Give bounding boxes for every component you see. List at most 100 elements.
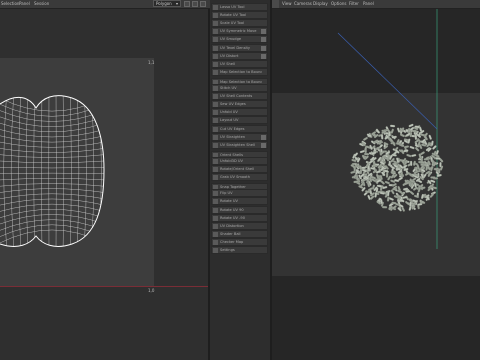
tool-icon [213,61,218,67]
uv-edit-icon[interactable] [192,1,198,7]
pill-instance [411,154,417,157]
pill-instance [359,150,365,154]
pill-instance [431,140,434,146]
menu-filter[interactable]: Filter [349,1,359,6]
tool-item-label: UV Distort [220,53,239,58]
tool-icon [213,142,218,148]
tool-item[interactable]: Flip UV [211,189,268,198]
tool-item-label: Rotate UV Tool [220,13,247,18]
viewport-menubar: View Cameras Display Options Filter Pane… [272,0,480,9]
tool-icon [213,37,218,43]
tool-item-label: Settings [220,248,235,252]
tool-item[interactable]: UV Shell [211,59,268,68]
tool-item[interactable]: UV Straighten Shell [211,140,268,149]
menu-display[interactable]: Display [313,1,328,6]
scattered-pill-mesh [350,123,444,212]
menu-options[interactable]: Options [331,1,346,6]
tool-options-icon[interactable] [261,134,266,140]
tool-item[interactable]: Lasso UV Tool [211,3,268,11]
menu-cameras[interactable]: Cameras [294,1,312,6]
tool-icon [213,158,218,164]
pill-instance [395,167,401,171]
viewport-scene [337,9,444,249]
tool-icon [213,21,218,27]
mode-dropdown-value: Polygon [156,1,172,6]
tool-item[interactable]: Settings [211,246,268,254]
pill-instance [388,160,391,166]
uv-settings-icon[interactable] [200,1,206,7]
pill-instance [363,136,368,141]
tool-item[interactable]: Shader Ball [211,229,268,238]
uv-shell-wireframe[interactable] [0,58,154,287]
pill-instance [403,145,410,149]
pill-instance [387,191,390,197]
pill-instance [395,142,402,145]
viewport-menu-icon[interactable] [272,0,279,8]
menu-session[interactable]: Session [34,1,49,6]
pill-instance [386,196,390,202]
tool-item-label: UV Shell [220,61,235,66]
tool-item[interactable]: Checker Map [211,237,268,246]
mode-dropdown[interactable]: Polygon ▾ [153,0,181,7]
tool-item-label: Sew UV Edges [220,102,246,107]
tool-options-icon[interactable] [261,37,266,43]
tool-icon [213,239,218,245]
tool-item[interactable]: Rotate UV -90 [211,213,268,222]
tool-item[interactable]: Scale UV Tool [211,19,268,28]
tool-item-label: Flip UV [220,191,233,196]
pill-instance [389,124,396,128]
pill-instance [390,128,394,134]
tool-item-label: Rotate UV 90 [220,207,244,212]
pill-instance [384,180,390,185]
pill-instance [408,123,414,128]
tool-item[interactable]: Layout UV [211,116,268,125]
pill-instance [428,134,432,140]
tool-item[interactable]: Sew UV Edges [211,100,268,109]
tool-item[interactable]: Unfold UV [211,108,268,117]
tool-icon [213,110,218,116]
tool-item[interactable]: UV Straighten [211,132,268,141]
menu-panel-vp[interactable]: Panel [363,1,374,6]
tool-item[interactable]: UV Texel Density [211,43,268,52]
tool-options-icon[interactable] [261,29,266,35]
tool-item[interactable]: UV Shell Contents [211,92,268,101]
uv-shell-icon[interactable] [184,1,190,7]
tool-item[interactable]: Rotate UV [211,197,268,206]
pill-instance [363,152,370,156]
tool-item-label: Shader Ball [220,231,241,236]
pill-instance [409,201,412,207]
pill-instance [435,157,441,160]
tool-item[interactable]: Stitch UV [211,84,268,92]
menu-view[interactable]: View [282,1,292,6]
pill-instance [399,133,405,138]
pill-instance [438,168,441,174]
tool-icon [213,5,218,10]
tool-icon [213,102,218,108]
tool-item[interactable]: Unfold3D UV [211,156,268,165]
pill-instance [409,160,413,166]
menu-selection[interactable]: Selection [1,1,19,6]
tool-item[interactable]: UV Distortion [211,221,268,230]
tool-item[interactable]: Rotate UV 90 [211,205,268,214]
tool-item[interactable]: Grab UV Smooth [211,173,268,182]
tool-options-icon[interactable] [261,142,266,148]
tool-icon [213,167,218,172]
tool-item-label: Rotate/Orient Shell [220,167,255,171]
tool-options-icon[interactable] [261,45,266,51]
pill-instance [430,176,436,179]
tool-icon [213,29,218,35]
tool-item-label: Checker Map [220,239,244,244]
tool-item[interactable]: Rotate UV Tool [211,11,268,20]
tool-item[interactable]: Cut UV Edges [211,124,268,133]
menu-panel[interactable]: Panel [19,1,30,6]
tool-item[interactable]: Map Selection to Bounding [211,67,268,76]
tool-icon [213,69,218,75]
pill-instance [385,172,389,178]
tool-item[interactable]: UV Symmetric Move [211,27,268,36]
tool-item[interactable]: UV Smudge [211,35,268,44]
tool-item[interactable]: UV Distort [211,51,268,60]
tool-item-label: UV Straighten Shell [220,142,255,147]
tool-item[interactable]: Rotate/Orient Shell [211,165,268,173]
tool-options-icon[interactable] [261,53,266,59]
uv-corner-bottom-right: 1,0 [148,288,155,293]
